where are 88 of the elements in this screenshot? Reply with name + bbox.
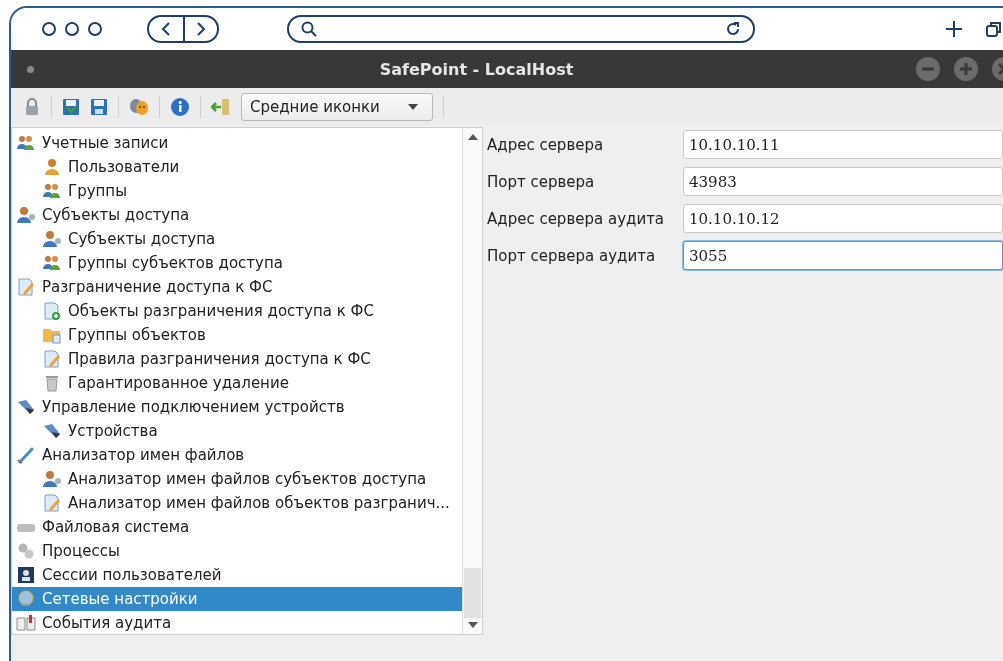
chevron-left-icon: [161, 21, 171, 37]
save-icon[interactable]: [90, 97, 108, 116]
field-label: Адрес сервера аудита: [487, 209, 666, 228]
input-field[interactable]: 3055: [683, 241, 1003, 270]
tree-item-label: Анализатор имен файлов субъектов доступа: [68, 470, 427, 488]
window-dots-icon: [41, 21, 103, 37]
tree-item[interactable]: Группы: [12, 179, 462, 203]
maximize-icon[interactable]: [953, 56, 979, 82]
tree-item[interactable]: Субъекты доступа: [12, 203, 462, 227]
doc-plus-icon: [42, 302, 62, 320]
tree-item-label: Файловая система: [42, 518, 190, 536]
lock-icon[interactable]: [23, 97, 41, 116]
tree-item-label: Гарантированное удаление: [68, 374, 289, 392]
tree-item-label: Правила разграничения доступа к ФС: [68, 350, 371, 368]
field-label: Адрес сервера: [487, 135, 605, 154]
save-check-icon[interactable]: [62, 97, 80, 116]
users-icon: [42, 254, 62, 272]
tree-item-label: Сетевые настройки: [42, 590, 198, 608]
window-title: SafePoint - LocalHost: [378, 59, 575, 79]
tree-item[interactable]: Сессии пользователей: [12, 563, 462, 587]
new-tab-icon[interactable]: [945, 20, 963, 38]
monitor-icon: [16, 566, 36, 584]
folder-icon: [42, 326, 62, 344]
doc-pencil-icon: [42, 494, 62, 512]
minimize-icon[interactable]: [915, 56, 941, 82]
view-mode-dropdown[interactable]: Средние иконки: [241, 92, 433, 121]
scroll-up-icon[interactable]: [467, 134, 478, 140]
field-label: Порт сервера: [487, 172, 596, 191]
tree-item[interactable]: Пользователи: [12, 155, 462, 179]
tree-item-label: Субъекты доступа: [42, 206, 190, 224]
tree-item[interactable]: Группы субъектов доступа: [12, 251, 462, 275]
users-icon: [16, 134, 36, 152]
tree-item[interactable]: Гарантированное удаление: [12, 371, 462, 395]
search-icon: [301, 21, 317, 37]
user-gear-icon: [42, 230, 62, 248]
tree-item-label: Группы объектов: [68, 326, 206, 344]
tree-item[interactable]: Учетные записи: [12, 131, 462, 155]
input-field[interactable]: 43983: [683, 167, 1003, 196]
tree-item[interactable]: Управление подключением устройств: [12, 395, 462, 419]
copy-icon[interactable]: [985, 20, 1003, 38]
exit-icon[interactable]: [211, 97, 231, 116]
user-gear-icon: [42, 470, 62, 488]
tree-item-label: Анализатор имен файлов: [42, 446, 245, 464]
tree-item-label: Субъекты доступа: [68, 230, 216, 248]
globe-icon: [16, 590, 36, 608]
user-gear-icon: [16, 206, 36, 224]
tree-item[interactable]: Объекты разграничения доступа к ФС: [12, 299, 462, 323]
reload-icon[interactable]: [725, 21, 741, 37]
tree-item-label: Группы: [68, 182, 127, 200]
tree-item-label: Анализатор имен файлов объектов разгранич...: [68, 494, 450, 512]
tree-item[interactable]: Правила разграничения доступа к ФС: [12, 347, 462, 371]
tree-item[interactable]: Анализатор имен файлов: [12, 443, 462, 467]
tree-item-label: Управление подключением устройств: [42, 398, 345, 416]
doc-pencil-icon: [16, 278, 36, 296]
address-bar[interactable]: [287, 15, 755, 43]
tree-item-label: Разграничение доступа к ФС: [42, 278, 273, 296]
tree-item[interactable]: События аудита: [12, 611, 462, 634]
tree-item-label: Сессии пользователей: [42, 566, 222, 584]
input-field[interactable]: 10.10.10.11: [683, 130, 1003, 159]
tree-item-label: Процессы: [42, 542, 120, 560]
tree-item-label: Пользователи: [68, 158, 180, 176]
book-icon: [16, 614, 36, 632]
field-label: Порт сервера аудита: [487, 246, 657, 265]
info-icon[interactable]: [170, 96, 190, 117]
tree-item[interactable]: Процессы: [12, 539, 462, 563]
users-icon: [42, 182, 62, 200]
chevron-right-icon: [196, 21, 206, 37]
input-field[interactable]: 10.10.10.12: [683, 204, 1003, 233]
caret-icon: [408, 103, 418, 110]
tree-item[interactable]: Анализатор имен файлов субъектов доступа: [12, 467, 462, 491]
scroll-thumb[interactable]: [464, 568, 481, 618]
scroll-down-icon[interactable]: [467, 622, 478, 628]
tree-item-label: Объекты разграничения доступа к ФС: [68, 302, 374, 320]
tree-item[interactable]: Сетевые настройки: [12, 587, 462, 611]
tree-item[interactable]: Разграничение доступа к ФС: [12, 275, 462, 299]
scrollbar[interactable]: [462, 128, 482, 634]
tree-item[interactable]: Субъекты доступа: [12, 227, 462, 251]
tree-item[interactable]: Устройства: [12, 419, 462, 443]
tree-item[interactable]: Группы объектов: [12, 323, 462, 347]
window-menu-icon[interactable]: [27, 65, 34, 73]
tree-item[interactable]: Анализатор имен файлов объектов разгранич...: [12, 491, 462, 515]
tree-item-label: Группы субъектов доступа: [68, 254, 283, 272]
tree-item[interactable]: Файловая система: [12, 515, 462, 539]
user-icon: [42, 158, 62, 176]
doc-pencil-icon: [42, 350, 62, 368]
tree-item-label: Учетные записи: [42, 134, 169, 152]
tree-item-label: События аудита: [42, 614, 172, 632]
tree-item-label: Устройства: [68, 422, 158, 440]
